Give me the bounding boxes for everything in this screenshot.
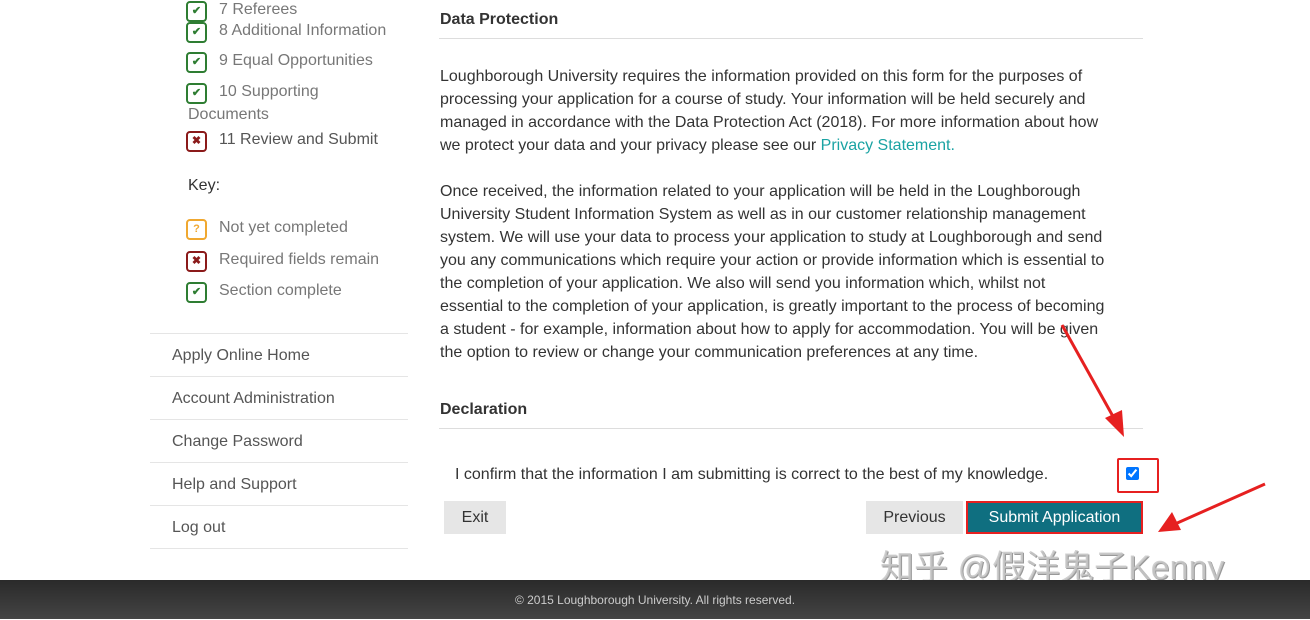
arrow-icon — [1158, 482, 1266, 532]
annotation-arrows — [1060, 324, 1266, 532]
arrow-icon — [1060, 324, 1124, 437]
footer: © 2015 Loughborough University. All righ… — [0, 580, 1310, 619]
